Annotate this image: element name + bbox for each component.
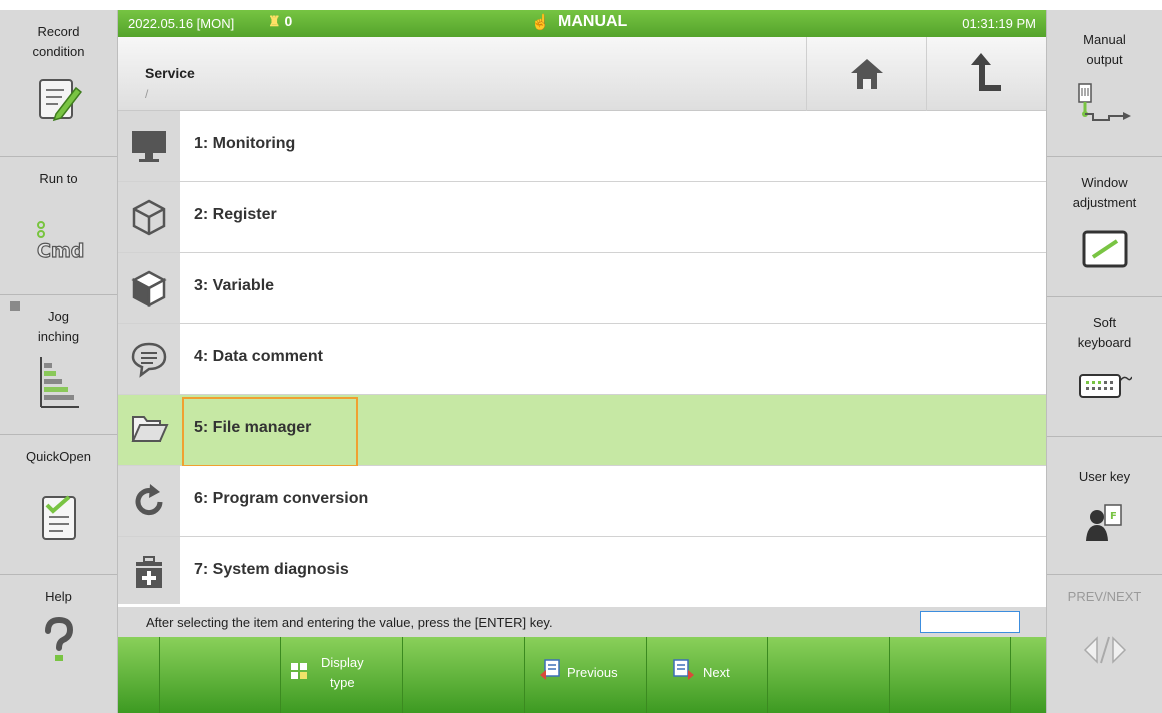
menu-item-label: 3: Variable [194,277,275,294]
menu-icon-cell [118,537,180,604]
menu-item-system-diagnosis[interactable]: 7: System diagnosis [118,537,1046,604]
user-key-button[interactable]: User key F [1047,437,1162,575]
folder-icon [131,416,169,442]
question-mark-icon [39,616,79,672]
jog-inching-button[interactable]: Jog inching [0,295,117,435]
function-key-9[interactable] [1011,637,1046,713]
window-resize-icon [1081,229,1129,274]
menu-item-label: 4: Data comment [194,348,323,365]
back-button[interactable] [926,37,1046,111]
cube-icon [131,270,167,307]
mode-text: MANUAL [558,13,628,30]
time-text: 01:31:19 PM [962,16,1036,31]
function-key-bar: Display type Previous Next [118,637,1046,713]
manual-output-button[interactable]: Manual output [1047,10,1162,157]
quickopen-button[interactable]: QuickOpen [0,435,117,575]
menu-icon-cell [118,466,180,536]
function-key-7[interactable] [768,637,890,713]
value-input[interactable] [920,611,1020,633]
date-text: 2022.05.16 [MON] [128,16,235,31]
checked-document-icon [39,493,79,548]
page-title: Service [145,65,195,81]
menu-item-label: 1: Monitoring [194,135,296,152]
manual-output-label: Manual output [1083,32,1126,67]
page-header: Service / [118,37,1046,111]
window-adjustment-label: Window adjustment [1072,175,1137,210]
cmd-icon: Cmd [31,217,87,272]
menu-item-data-comment[interactable]: 4: Data comment [118,324,1046,395]
display-type-button[interactable]: Display type [281,637,403,713]
service-menu-list: 1: Monitoring 2: Register 3: Variable 4:… [118,111,1046,604]
menu-item-file-manager[interactable]: 5: File manager [118,395,1046,467]
menu-item-monitoring[interactable]: 1: Monitoring [118,111,1046,182]
prev-next-arrows-icon [1083,633,1127,672]
cube-outline-icon [132,199,166,236]
instruction-message: After selecting the item and entering th… [146,615,553,630]
right-side-panel: Manual output Window adjustment Soft key… [1046,10,1162,713]
next-button[interactable]: Next [647,637,768,713]
prev-next-label: PREV/NEXT [1067,589,1142,604]
menu-item-label: 5: File manager [194,419,312,436]
medical-kit-icon [136,556,162,588]
indicator-square [10,301,20,311]
menu-icon-cell [118,324,180,394]
next-page-icon [673,659,694,680]
previous-label: Previous [567,665,618,680]
next-label: Next [703,665,730,680]
run-to-label: Run to [39,171,78,186]
refresh-icon [135,484,163,516]
hand-icon: ☝ [531,14,550,31]
speech-bubble-icon [131,342,167,378]
menu-icon-cell [118,253,180,323]
home-button[interactable] [806,37,926,111]
soft-keyboard-label: Soft keyboard [1077,315,1132,350]
alarm-indicator: ♜ 0 [268,13,292,30]
grid-icon [291,663,307,679]
function-key-8[interactable] [890,637,1011,713]
alarm-icon: ♜ [268,13,281,29]
menu-item-label: 6: Program conversion [194,490,369,507]
menu-item-program-conversion[interactable]: 6: Program conversion [118,466,1046,537]
menu-icon-cell [118,395,180,465]
function-key-4[interactable] [403,637,525,713]
quickopen-label: QuickOpen [25,449,92,464]
prev-next-button[interactable]: PREV/NEXT [1047,575,1162,713]
monitor-icon [132,131,166,162]
keyboard-icon [1078,371,1133,406]
record-condition-button[interactable]: Record condition [0,10,117,157]
function-key-1[interactable] [118,637,160,713]
soft-keyboard-button[interactable]: Soft keyboard [1047,297,1162,437]
notepad-pencil-icon [36,76,82,127]
status-bar: 2022.05.16 [MON] ♜ 0 ☝ MANUAL 01:31:19 P… [118,10,1046,37]
svg-text:F: F [1110,511,1117,522]
breadcrumb: / [145,87,149,101]
return-arrow-icon [971,53,1001,91]
menu-icon-cell [118,182,180,252]
svg-text:Cmd: Cmd [37,240,84,262]
menu-item-variable[interactable]: 3: Variable [118,253,1046,324]
main-area: 2022.05.16 [MON] ♜ 0 ☝ MANUAL 01:31:19 P… [118,10,1046,713]
menu-item-label: 2: Register [194,206,277,223]
run-to-cmd-button[interactable]: Run to Cmd [0,157,117,295]
help-button[interactable]: Help [0,575,117,713]
window-adjustment-button[interactable]: Window adjustment [1047,157,1162,297]
display-type-label: Display type [321,655,364,690]
previous-page-icon [540,659,560,680]
output-signal-icon [1073,82,1137,137]
previous-button[interactable]: Previous [525,637,647,713]
left-side-panel: Record condition Run to Cmd Jog inching [0,10,118,713]
function-key-2[interactable] [160,637,281,713]
user-key-icon: F [1083,501,1127,552]
record-condition-label: Record condition [32,24,85,59]
menu-item-register[interactable]: 2: Register [118,182,1046,253]
home-icon [851,59,883,89]
alarm-count: 0 [284,13,293,29]
help-label: Help [45,589,72,604]
bar-steps-icon [37,355,81,416]
message-bar: After selecting the item and entering th… [118,607,1046,637]
user-key-label: User key [1078,469,1131,484]
menu-item-label: 7: System diagnosis [194,561,349,578]
menu-icon-cell [118,111,180,181]
